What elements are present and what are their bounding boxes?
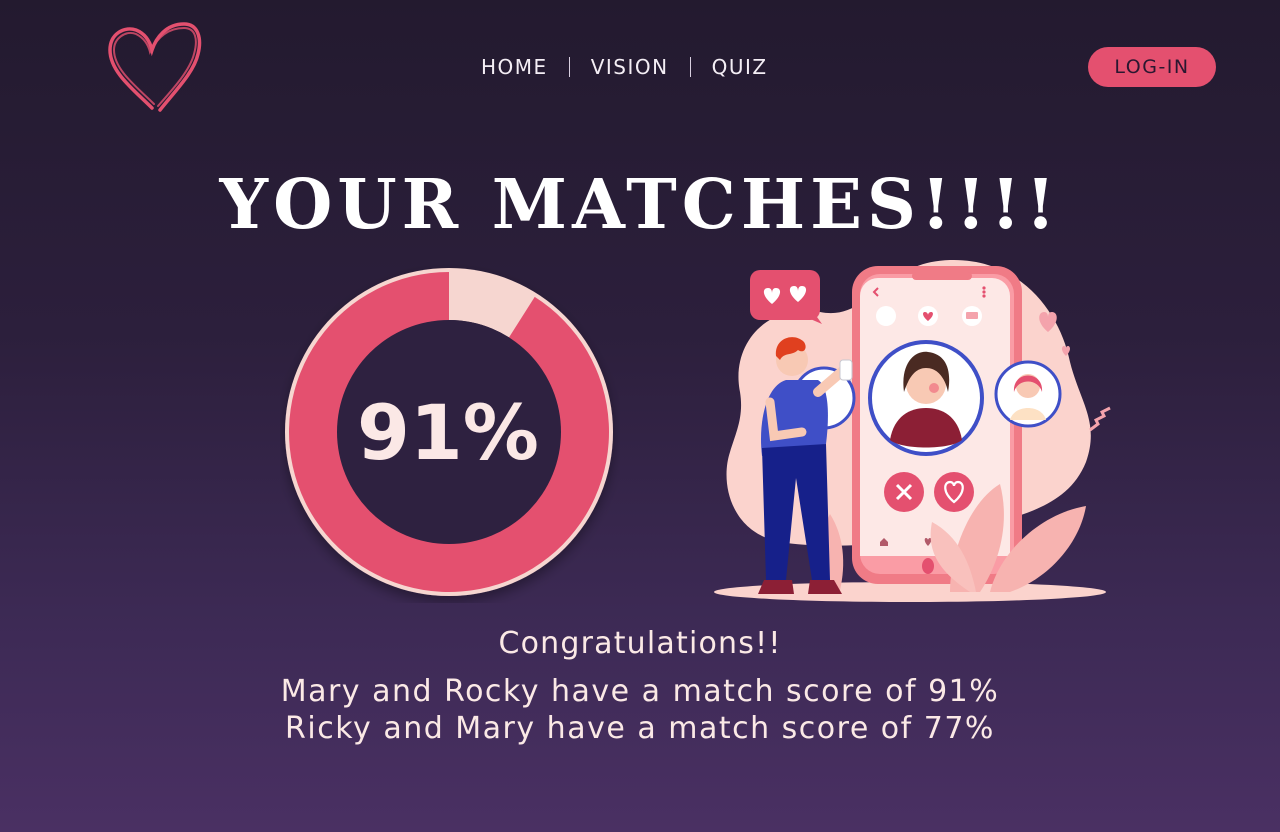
- match-score-line: Mary and Rocky have a match score of 91%: [280, 674, 1000, 709]
- logo-heart-icon[interactable]: [104, 20, 204, 116]
- main-nav: HOME VISION QUIZ: [460, 54, 789, 80]
- match-score-line: Ricky and Mary have a match score of 77%: [285, 711, 995, 746]
- login-button[interactable]: LOG-IN: [1088, 47, 1216, 87]
- nav-home-link[interactable]: HOME: [460, 54, 569, 80]
- match-score-percent: 91%: [357, 388, 539, 477]
- page-title: YOUR MATCHES!!!!: [219, 165, 1061, 245]
- nav-vision-link[interactable]: VISION: [570, 54, 690, 80]
- match-score-list: Mary and Rocky have a match score of 91%…: [0, 673, 1280, 747]
- nav-quiz-link[interactable]: QUIZ: [691, 54, 789, 80]
- congrats-message: Congratulations!!: [498, 626, 782, 661]
- dating-app-illustration: [700, 252, 1120, 608]
